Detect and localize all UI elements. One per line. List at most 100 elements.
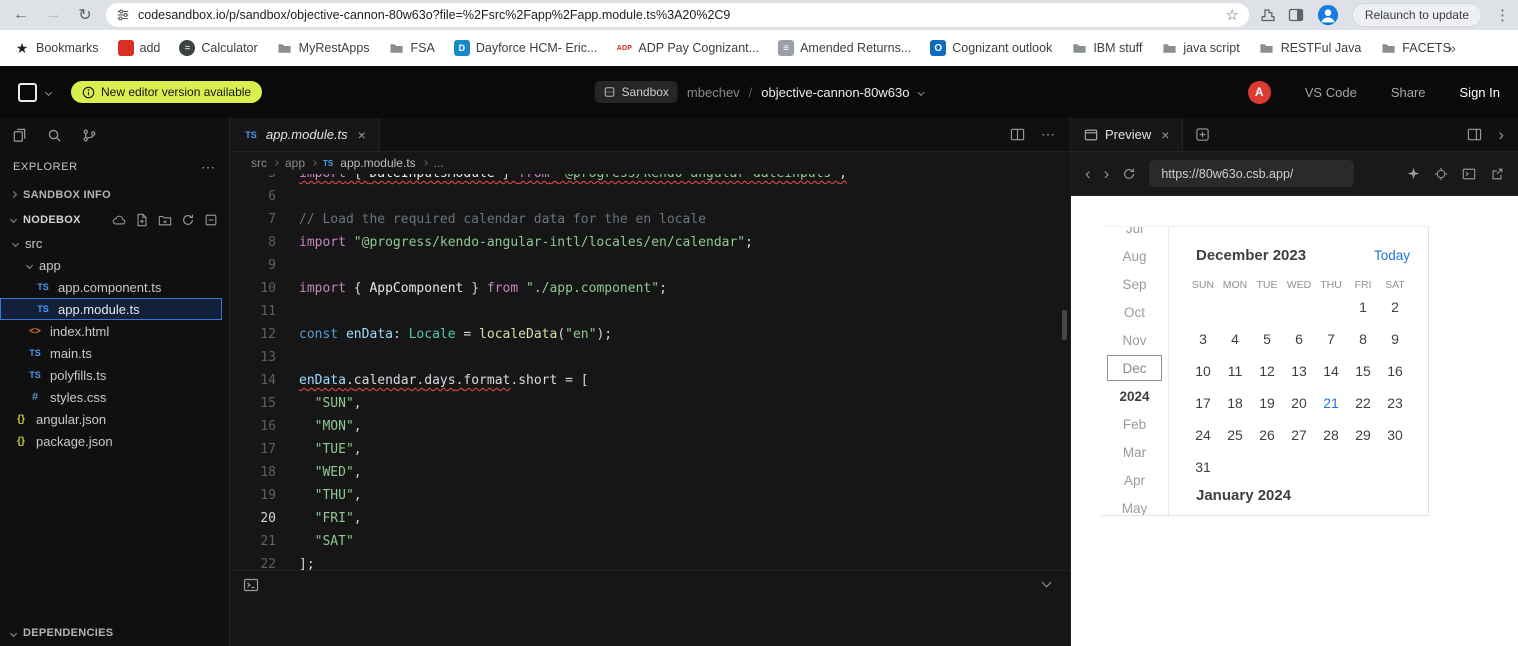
code-line[interactable]: 6 — [230, 185, 1070, 208]
bookmark-item[interactable]: FACETS — [1380, 40, 1451, 56]
bookmarks-overflow-icon[interactable]: » — [1448, 40, 1456, 57]
month-item-jul[interactable]: Jul — [1101, 226, 1168, 242]
date-cell-9[interactable]: 9 — [1379, 323, 1411, 355]
url-text[interactable]: codesandbox.io/p/sandbox/objective-canno… — [138, 8, 1217, 22]
date-cell-2[interactable]: 2 — [1379, 291, 1411, 323]
files-panel-icon[interactable] — [12, 128, 27, 143]
tree-item-angular-json[interactable]: {}angular.json — [0, 408, 222, 430]
profile-avatar[interactable] — [1317, 4, 1339, 26]
element-picker-icon[interactable] — [1434, 167, 1448, 181]
date-cell-11[interactable]: 11 — [1219, 355, 1251, 387]
extensions-icon[interactable] — [1259, 7, 1275, 23]
close-tab-icon[interactable]: × — [358, 127, 366, 143]
date-cell-6[interactable]: 6 — [1283, 323, 1315, 355]
relaunch-button[interactable]: Relaunch to update — [1352, 3, 1482, 27]
tree-item-app-component-ts[interactable]: TSapp.component.ts — [0, 276, 222, 298]
code-line[interactable]: 7// Load the required calendar data for … — [230, 208, 1070, 231]
month-item-oct[interactable]: Oct — [1101, 298, 1168, 326]
add-pane-icon[interactable] — [1183, 118, 1222, 151]
date-cell-4[interactable]: 4 — [1219, 323, 1251, 355]
code-line[interactable]: 9 — [230, 254, 1070, 277]
breadcrumb-src[interactable]: src — [251, 156, 267, 170]
date-cell-26[interactable]: 26 — [1251, 419, 1283, 451]
editor-more-icon[interactable]: ⋯ — [1041, 126, 1056, 143]
breadcrumb-file[interactable]: app.module.ts — [340, 156, 415, 170]
code-line[interactable]: 14enData.calendar.days.format.short = [ — [230, 369, 1070, 392]
project-breadcrumb[interactable]: Sandbox mbechev / objective-cannon-80w63… — [595, 81, 924, 103]
date-cell-28[interactable]: 28 — [1315, 419, 1347, 451]
inspect-sparkle-icon[interactable] — [1407, 167, 1420, 180]
csb-logo[interactable] — [18, 83, 37, 102]
reload-icon[interactable]: ↻ — [74, 5, 96, 25]
collapse-panel-chevron-icon[interactable] — [1042, 578, 1052, 588]
date-cell-15[interactable]: 15 — [1347, 355, 1379, 387]
date-cell-19[interactable]: 19 — [1251, 387, 1283, 419]
tree-item-index-html[interactable]: <>index.html — [0, 320, 222, 342]
sandbox-info-section[interactable]: SANDBOX INFO — [0, 182, 229, 207]
tree-item-src[interactable]: src — [0, 232, 222, 254]
bookmark-item[interactable]: ★Bookmarks — [14, 40, 99, 56]
tree-item-polyfills-ts[interactable]: TSpolyfills.ts — [0, 364, 222, 386]
site-settings-icon[interactable] — [116, 8, 130, 22]
code-line[interactable]: 5import { DateInputsModule } from "@prog… — [230, 174, 1070, 185]
vs-code-button[interactable]: VS Code — [1305, 85, 1357, 100]
dependencies-section[interactable]: DEPENDENCIES — [0, 620, 229, 646]
code-line[interactable]: 18 "WED", — [230, 461, 1070, 484]
date-cell-22[interactable]: 22 — [1347, 387, 1379, 419]
breadcrumb-more[interactable]: ... — [434, 156, 444, 170]
month-item-apr[interactable]: Apr — [1101, 466, 1168, 494]
project-menu-chevron-icon[interactable] — [917, 88, 924, 95]
month-item-may[interactable]: May — [1101, 494, 1168, 515]
explorer-more-icon[interactable]: ⋯ — [201, 159, 216, 176]
code-line[interactable]: 15 "SUN", — [230, 392, 1070, 415]
date-cell-12[interactable]: 12 — [1251, 355, 1283, 387]
bookmark-item[interactable]: ≡Amended Returns... — [778, 40, 911, 56]
editor-update-notice[interactable]: New editor version available — [71, 81, 262, 103]
date-cell-23[interactable]: 23 — [1379, 387, 1411, 419]
split-editor-icon[interactable] — [1010, 127, 1025, 142]
code-line[interactable]: 11 — [230, 300, 1070, 323]
date-cell-1[interactable]: 1 — [1347, 291, 1379, 323]
date-cell-10[interactable]: 10 — [1187, 355, 1219, 387]
new-file-icon[interactable] — [135, 213, 149, 227]
date-cell-24[interactable]: 24 — [1187, 419, 1219, 451]
bookmark-item[interactable]: RESTFul Java — [1259, 40, 1362, 56]
new-folder-icon[interactable] — [158, 213, 172, 227]
date-cell-16[interactable]: 16 — [1379, 355, 1411, 387]
share-button[interactable]: Share — [1391, 85, 1426, 100]
today-link[interactable]: Today — [1374, 248, 1410, 263]
month-item-nov[interactable]: Nov — [1101, 326, 1168, 354]
bookmark-item[interactable]: DDayforce HCM- Eric... — [454, 40, 598, 56]
chevron-right-icon[interactable]: › — [1498, 126, 1504, 143]
preview-back-icon[interactable]: ‹ — [1085, 165, 1091, 182]
collapse-all-icon[interactable] — [204, 213, 218, 227]
date-cell-25[interactable]: 25 — [1219, 419, 1251, 451]
date-cell-20[interactable]: 20 — [1283, 387, 1315, 419]
bookmark-item[interactable]: OCognizant outlook — [930, 40, 1052, 56]
tree-item-app-module-ts[interactable]: TSapp.module.ts — [0, 298, 222, 320]
chrome-menu-icon[interactable]: ⋮ — [1495, 6, 1510, 24]
date-cell-31[interactable]: 31 — [1187, 451, 1219, 483]
preview-forward-icon[interactable]: › — [1104, 165, 1110, 182]
console-icon[interactable] — [1462, 167, 1476, 181]
code-line[interactable]: 17 "TUE", — [230, 438, 1070, 461]
date-cell-17[interactable]: 17 — [1187, 387, 1219, 419]
date-cell-18[interactable]: 18 — [1219, 387, 1251, 419]
date-cell-30[interactable]: 30 — [1379, 419, 1411, 451]
user-avatar[interactable]: A — [1248, 81, 1271, 104]
close-tab-icon[interactable]: × — [1161, 127, 1169, 143]
tab-app-module-ts[interactable]: TS app.module.ts × — [230, 118, 380, 151]
back-icon[interactable]: ← — [10, 6, 32, 24]
bookmark-item[interactable]: add — [118, 40, 161, 56]
preview-url-bar[interactable]: https://80w63o.csb.app/ — [1149, 160, 1354, 187]
bookmark-item[interactable]: FSA — [389, 40, 435, 56]
code-line[interactable]: 20 "FRI", — [230, 507, 1070, 530]
month-item-sep[interactable]: Sep — [1101, 270, 1168, 298]
tree-item-app[interactable]: app — [0, 254, 222, 276]
search-icon[interactable] — [47, 128, 62, 143]
tree-item-styles-css[interactable]: #styles.css — [0, 386, 222, 408]
cloud-icon[interactable] — [112, 213, 126, 227]
code-line[interactable]: 16 "MON", — [230, 415, 1070, 438]
project-name[interactable]: objective-cannon-80w63o — [761, 85, 909, 100]
month-item-feb[interactable]: Feb — [1101, 410, 1168, 438]
